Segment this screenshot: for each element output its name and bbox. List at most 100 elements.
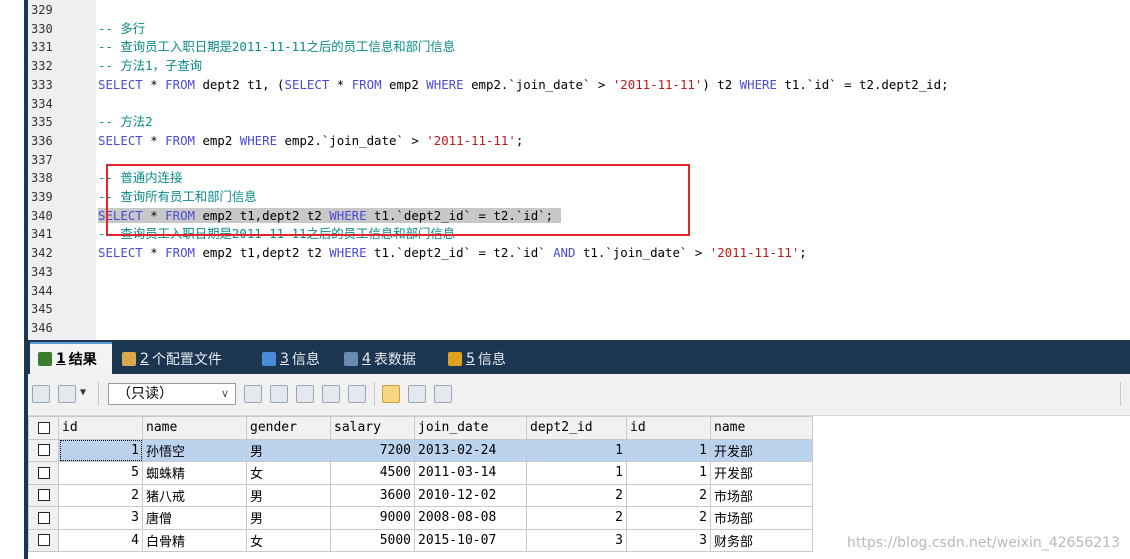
table-cell[interactable]: 7200 [330,438,415,462]
table-cell[interactable]: 9000 [330,506,415,530]
table-cell[interactable]: 2010-12-02 [414,483,527,507]
copy-row-icon[interactable] [270,385,288,403]
line-number: 344 [31,283,53,298]
code-token: SELECT [98,245,143,261]
code-line[interactable]: -- 方法2 [98,113,153,131]
add-row-icon[interactable] [244,385,262,403]
code-token: * [142,132,166,148]
table-cell[interactable]: 2 [626,483,711,507]
code-line[interactable]: SELECT * FROM emp2 t1,dept2 t2 WHERE t1.… [98,244,807,262]
tab-3[interactable]: 3 信息 [254,344,332,374]
tab-2[interactable]: 2 个配置文件 [114,344,250,374]
table-cell[interactable]: 3 [626,528,711,552]
table-cell[interactable]: 2 [58,483,143,507]
table-cell[interactable]: 孙悟空 [142,438,247,462]
table-cell[interactable]: 猪八戒 [142,483,247,507]
table-cell[interactable]: 男 [246,506,331,530]
table-cell[interactable]: 2013-02-24 [414,438,527,462]
tab-4[interactable]: 4 表数据 [336,344,436,374]
column-header[interactable]: id [58,416,143,440]
code-line[interactable]: -- 方法1，子查询 [98,57,202,75]
row-checkbox[interactable] [28,438,59,462]
table-cell[interactable]: 1 [526,461,627,485]
revert-icon[interactable] [348,385,366,403]
column-header[interactable]: name [710,416,813,440]
table-cell[interactable]: 2011-03-14 [414,461,527,485]
tab-number: 1 [56,351,66,367]
column-header[interactable]: join_date [414,416,527,440]
table-row[interactable]: 1 孙悟空男 7200 2013-02-24 1 1 开发部 [28,438,813,462]
table-cell[interactable]: 男 [246,438,331,462]
table-cell[interactable]: 2008-08-08 [414,506,527,530]
table-cell[interactable]: 1 [626,438,711,462]
table-cell[interactable]: 1 [626,461,711,485]
tab-1[interactable]: 1 结果 [30,342,112,374]
code-token: emp2.`join_date` > [277,132,427,148]
result-toolbar: ▼ （只读） ∨ [28,374,1130,416]
column-header[interactable]: salary [330,416,415,440]
checkbox-icon [37,489,50,502]
table-cell[interactable]: 2 [626,506,711,530]
table-cell[interactable]: 白骨精 [142,528,247,552]
save-icon[interactable] [296,385,314,403]
table-cell[interactable]: 3 [58,506,143,530]
code-line[interactable]: -- 多行 [98,20,145,38]
delete-icon[interactable] [322,385,340,403]
table-cell[interactable]: 女 [246,461,331,485]
table-cell[interactable]: 市场部 [710,506,813,530]
table-cell[interactable]: 唐僧 [142,506,247,530]
table-cell[interactable]: 市场部 [710,483,813,507]
table-cell[interactable]: 3 [526,528,627,552]
code-token: -- 方法2 [98,114,153,130]
table-cell[interactable]: 开发部 [710,438,813,462]
table-cell[interactable]: 1 [58,438,143,462]
table-cell[interactable]: 2015-10-07 [414,528,527,552]
table-cell[interactable]: 财务部 [710,528,813,552]
readonly-mode-select[interactable]: （只读） ∨ [108,383,236,405]
table-cell[interactable]: 4500 [330,461,415,485]
sql-editor[interactable]: 329 330 331 332 333 334 335 336 337 338 339 340 341 3… [28,0,1130,340]
row-checkbox[interactable] [28,483,59,507]
tab-5[interactable]: 5 信息 [440,344,526,374]
table-cell[interactable]: 4 [58,528,143,552]
table-cell[interactable]: 2 [526,506,627,530]
table-cell[interactable]: 开发部 [710,461,813,485]
grid-view-icon[interactable] [382,385,400,403]
text-view-icon[interactable] [434,385,452,403]
column-header[interactable]: id [626,416,711,440]
import-dropdown-icon[interactable] [58,385,76,403]
column-header[interactable]: name [142,416,247,440]
form-view-icon[interactable] [408,385,426,403]
table-row[interactable]: 4 白骨精女 5000 2015-10-07 3 3 财务部 [28,528,813,552]
code-token: '2011-11-11' [709,245,800,261]
table-cell[interactable]: 男 [246,483,331,507]
tab-number: 3 [280,351,289,367]
tab-number: 2 [140,351,149,367]
window-frame [0,0,28,559]
export-grid-icon[interactable] [32,385,50,403]
code-token: AND [553,245,576,261]
code-line[interactable]: -- 查询员工入职日期是2011-11-11之后的员工信息和部门信息 [98,38,455,56]
table-row[interactable]: 5 蜘蛛精女 4500 2011-03-14 1 1 开发部 [28,461,813,485]
table-cell[interactable]: 5 [58,461,143,485]
code-token: dept2 t1, ( [195,76,285,92]
line-number: 333 [31,77,53,92]
table-cell[interactable]: 5000 [330,528,415,552]
table-cell[interactable]: 2 [526,483,627,507]
column-header[interactable]: dept2_id [526,416,627,440]
select-all-checkbox[interactable] [28,416,59,440]
table-cell[interactable]: 蜘蛛精 [142,461,247,485]
table-cell[interactable]: 3600 [330,483,415,507]
table-row[interactable]: 2 猪八戒男 3600 2010-12-02 2 2 市场部 [28,483,813,507]
table-cell[interactable]: 1 [526,438,627,462]
row-checkbox[interactable] [28,461,59,485]
row-checkbox[interactable] [28,506,59,530]
column-header[interactable]: gender [246,416,331,440]
checkbox-icon [37,444,50,457]
table-cell[interactable]: 女 [246,528,331,552]
code-line[interactable]: SELECT * FROM dept2 t1, (SELECT * FROM e… [98,76,949,94]
chevron-down-icon[interactable]: ▼ [80,387,86,398]
table-row[interactable]: 3 唐僧男 9000 2008-08-08 2 2 市场部 [28,506,813,530]
row-checkbox[interactable] [28,528,59,552]
code-line[interactable]: SELECT * FROM emp2 WHERE emp2.`join_date… [98,132,523,150]
